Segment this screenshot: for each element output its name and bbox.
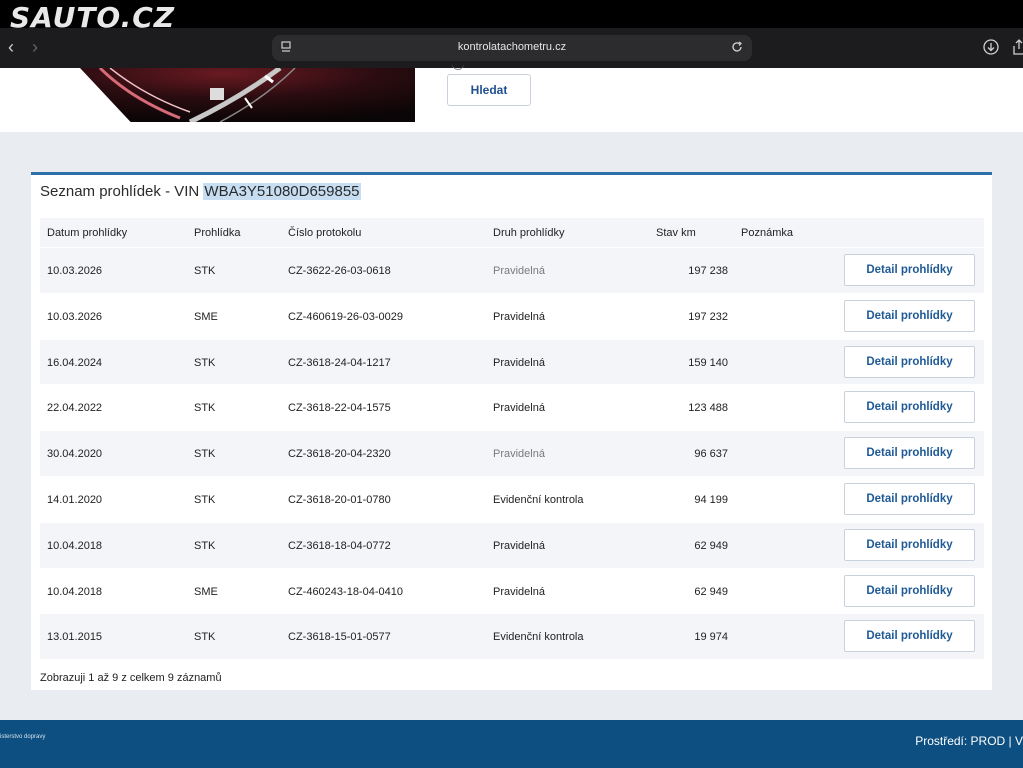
cell-inspection: SME <box>194 310 218 323</box>
cell-protocol: CZ-460619-26-03-0029 <box>288 310 403 323</box>
reload-icon[interactable] <box>730 40 744 54</box>
page-content: Hledat Seznam prohlídek - VIN WBA3Y51080… <box>0 68 1023 720</box>
radio-option[interactable] <box>452 64 464 70</box>
cell-km: 197 238 <box>688 265 728 277</box>
cell-kind: Pravidelná <box>493 539 545 552</box>
cell-km: 94 199 <box>694 493 728 506</box>
table-row: 16.04.2024 STK CZ-3618-24-04-1217 Pravid… <box>40 338 984 385</box>
detail-button[interactable]: Detail prohlídky <box>844 528 975 561</box>
detail-button[interactable]: Detail prohlídky <box>844 391 975 424</box>
cell-inspection: STK <box>194 631 216 644</box>
cell-km: 62 949 <box>694 585 728 598</box>
panel-title-prefix: Seznam prohlídek - VIN <box>40 183 204 200</box>
col-kind[interactable]: Druh prohlídky <box>493 227 565 239</box>
cell-km: 19 974 <box>694 631 728 644</box>
cell-date: 10.03.2026 <box>47 265 103 277</box>
cell-kind: Pravidelná <box>493 265 545 277</box>
table-row: 10.04.2018 SME CZ-460243-18-04-0410 Prav… <box>40 567 984 614</box>
cell-date: 10.04.2018 <box>47 585 103 598</box>
cell-kind: Evidenční kontrola <box>493 631 584 644</box>
col-date[interactable]: Datum prohlídky <box>47 227 127 239</box>
ministry-label: isterstvo dopravy <box>0 734 46 740</box>
cell-kind: Pravidelná <box>493 356 545 369</box>
cell-date: 16.04.2024 <box>47 356 103 369</box>
detail-button[interactable]: Detail prohlídky <box>844 299 975 332</box>
top-bar: SAUTO.CZ <box>0 0 1023 32</box>
table-row: 30.04.2020 STK CZ-3618-20-04-2320 Pravid… <box>40 430 984 476</box>
cell-protocol: CZ-460243-18-04-0410 <box>288 585 403 598</box>
detail-button[interactable]: Detail prohlídky <box>844 620 975 653</box>
cell-date: 10.03.2026 <box>47 310 103 323</box>
cell-protocol: CZ-3618-20-01-0780 <box>288 493 391 506</box>
environment-label: Prostředí: PROD | V <box>915 734 1023 748</box>
vin-value[interactable]: WBA3Y51080D659855 <box>203 183 361 200</box>
cell-km: 62 949 <box>694 539 728 552</box>
address-bar[interactable]: kontrolatachometru.cz <box>272 35 752 61</box>
cell-km: 96 637 <box>694 448 728 461</box>
cell-date: 22.04.2022 <box>47 402 103 415</box>
cell-date: 14.01.2020 <box>47 493 103 506</box>
cell-km: 123 488 <box>688 402 728 415</box>
cell-km: 159 140 <box>688 356 728 369</box>
table-row: 22.04.2022 STK CZ-3618-22-04-1575 Pravid… <box>40 384 984 431</box>
cell-date: 10.04.2018 <box>47 539 103 552</box>
detail-button[interactable]: Detail prohlídky <box>844 482 975 515</box>
col-km[interactable]: Stav km <box>656 227 696 239</box>
table-row: 14.01.2020 STK CZ-3618-20-01-0780 Eviden… <box>40 475 984 522</box>
table-header: Datum prohlídky Prohlídka Číslo protokol… <box>40 218 984 247</box>
table-row: 10.03.2026 SME CZ-460619-26-03-0029 Prav… <box>40 292 984 339</box>
cell-kind: Pravidelná <box>493 585 545 598</box>
detail-button[interactable]: Detail prohlídky <box>844 254 975 286</box>
cell-inspection: STK <box>194 448 216 461</box>
cell-inspection: STK <box>194 265 216 277</box>
cell-protocol: CZ-3618-15-01-0577 <box>288 631 391 644</box>
panel-title: Seznam prohlídek - VIN WBA3Y51080D659855 <box>40 183 361 200</box>
cell-date: 30.04.2020 <box>47 448 103 461</box>
cell-kind: Pravidelná <box>493 402 545 415</box>
table-row: 13.01.2015 STK CZ-3618-15-01-0577 Eviden… <box>40 613 984 660</box>
records-summary: Zobrazuji 1 až 9 z celkem 9 záznamů <box>40 672 222 684</box>
detail-button[interactable]: Detail prohlídky <box>844 437 975 470</box>
cell-protocol: CZ-3618-22-04-1575 <box>288 402 391 415</box>
url-text: kontrolatachometru.cz <box>457 41 567 53</box>
inspection-table: Datum prohlídky Prohlídka Číslo protokol… <box>40 218 984 660</box>
share-icon[interactable] <box>1010 38 1023 56</box>
cell-date: 13.01.2015 <box>47 631 103 644</box>
cell-kind: Pravidelná <box>493 310 545 323</box>
cell-km: 197 232 <box>688 310 728 323</box>
cell-inspection: SME <box>194 585 218 598</box>
detail-button[interactable]: Detail prohlídky <box>844 345 975 378</box>
table-row: 10.04.2018 STK CZ-3618-18-04-0772 Pravid… <box>40 521 984 568</box>
cell-kind: Pravidelná <box>493 448 545 461</box>
cell-protocol: CZ-3618-24-04-1217 <box>288 356 391 369</box>
forward-icon[interactable]: › <box>24 36 46 58</box>
cell-kind: Evidenční kontrola <box>493 493 584 506</box>
download-icon[interactable] <box>982 38 1000 56</box>
col-protocol[interactable]: Číslo protokolu <box>288 227 361 239</box>
cell-inspection: STK <box>194 493 216 506</box>
cell-inspection: STK <box>194 402 216 415</box>
inspection-list-panel: Seznam prohlídek - VIN WBA3Y51080D659855… <box>31 172 992 690</box>
table-row: 10.03.2026 STK CZ-3622-26-03-0618 Pravid… <box>40 247 984 293</box>
detail-button[interactable]: Detail prohlídky <box>844 574 975 607</box>
cell-inspection: STK <box>194 539 216 552</box>
cell-protocol: CZ-3618-20-04-2320 <box>288 448 391 461</box>
hero-band: Hledat <box>0 68 1023 132</box>
back-icon[interactable]: ‹ <box>0 36 22 58</box>
col-note[interactable]: Poznámka <box>741 227 793 239</box>
col-inspection[interactable]: Prohlídka <box>194 227 240 239</box>
cell-protocol: CZ-3618-18-04-0772 <box>288 539 391 552</box>
browser-toolbar: ‹ › kontrolatachometru.cz <box>0 28 1023 68</box>
cell-protocol: CZ-3622-26-03-0618 <box>288 265 391 277</box>
search-button[interactable]: Hledat <box>447 74 531 106</box>
cell-inspection: STK <box>194 356 216 369</box>
site-footer: isterstvo dopravy Prostředí: PROD | V <box>0 720 1023 768</box>
table-body: 10.03.2026 STK CZ-3622-26-03-0618 Pravid… <box>40 247 984 660</box>
